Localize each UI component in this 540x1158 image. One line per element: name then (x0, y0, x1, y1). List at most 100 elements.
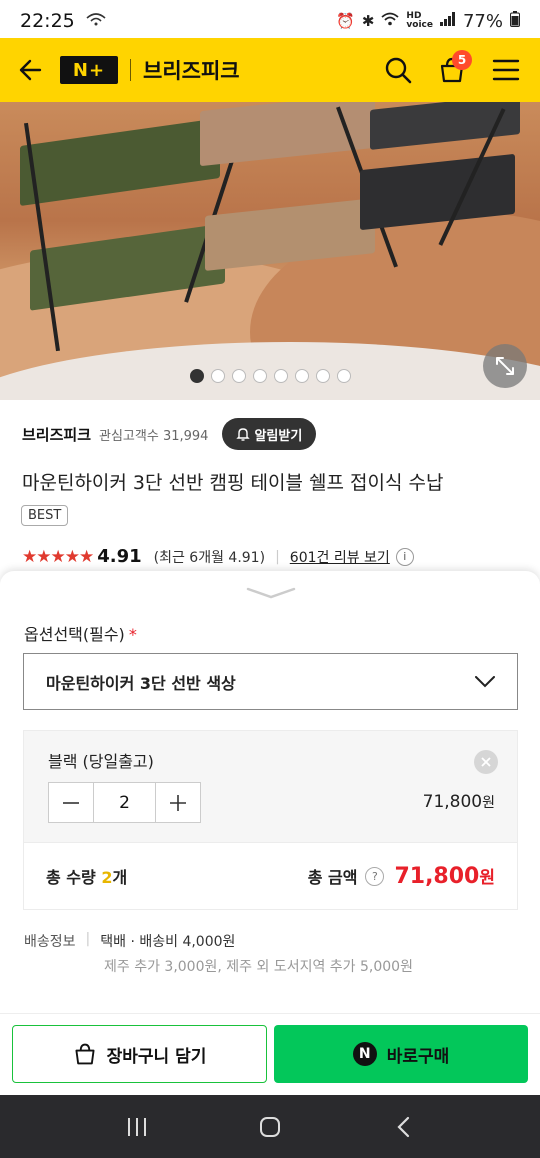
divider: | (275, 548, 280, 565)
cart-count-badge: 5 (452, 50, 472, 70)
expand-image-button[interactable] (483, 344, 527, 388)
plus-icon (169, 794, 186, 811)
follower-count: 관심고객수 31,994 (99, 428, 209, 444)
add-to-cart-button[interactable]: 장바구니 담기 (12, 1025, 267, 1083)
store-title: 브리즈피크 (143, 59, 240, 83)
quantity-value[interactable]: 2 (93, 783, 156, 822)
chevron-down-icon (475, 675, 495, 687)
currency-unit: 원 (479, 868, 495, 888)
battery-level: 77% (462, 10, 503, 32)
shipping-fee: 택배 · 배송비 4,000원 (100, 934, 236, 950)
minus-icon (63, 801, 80, 804)
option-label-text: 옵션선택(필수) (24, 625, 125, 644)
carousel-dot[interactable] (337, 369, 351, 383)
product-title: 마운틴하이커 3단 선반 캠핑 테이블 쉘프 접이식 수납 (22, 472, 444, 494)
status-bar: 22:25 ⏰ ✱ HD voice 77% (0, 0, 540, 42)
option-price-value: 71,800 (422, 792, 483, 812)
rating-score: 4.91 (97, 546, 142, 567)
naver-pay-icon: N (352, 1042, 377, 1066)
divider: | (85, 931, 91, 947)
chevron-down-icon (246, 587, 296, 599)
shipping-label: 배송정보 (24, 934, 76, 950)
best-badge: BEST (21, 505, 69, 526)
shipping-extra-fee: 제주 추가 3,000원, 제주 외 도서지역 추가 5,000원 (104, 959, 413, 975)
search-icon (385, 57, 412, 84)
total-quantity-value: 2 (101, 868, 113, 887)
buy-now-button[interactable]: N 바로구매 (274, 1025, 528, 1083)
status-time: 22:25 (20, 10, 75, 32)
battery-icon (510, 11, 520, 31)
carousel-dot[interactable] (295, 369, 309, 383)
wifi-icon (381, 12, 399, 30)
carousel-dot[interactable] (253, 369, 267, 383)
selected-option-card: 블랙 (당일출고) 2 71,800원 (23, 730, 518, 842)
cart-button[interactable]: 5 (432, 50, 472, 90)
option-bottom-sheet: 옵션선택(필수) * 마운틴하이커 3단 선반 색상 블랙 (당일출고) 2 71… (0, 571, 540, 1013)
close-icon (481, 757, 491, 767)
currency-unit: 원 (482, 795, 495, 811)
decrease-quantity-button[interactable] (49, 783, 93, 822)
info-icon[interactable]: i (395, 547, 414, 566)
bluetooth-icon: ✱ (361, 12, 375, 30)
option-price: 71,800원 (423, 792, 495, 812)
alert-subscribe-button[interactable]: 알림받기 (222, 418, 317, 450)
carousel-dot[interactable] (232, 369, 246, 383)
carousel-dot[interactable] (211, 369, 225, 383)
system-navigation-bar (0, 1095, 540, 1158)
total-price-value: 71,800 (394, 864, 480, 889)
help-icon[interactable]: ? (365, 866, 385, 886)
option-select[interactable]: 마운틴하이커 3단 선반 색상 (23, 653, 518, 710)
total-price: 71,800원 (394, 863, 495, 889)
option-select-value: 마운틴하이커 3단 선반 색상 (46, 673, 236, 693)
back-button[interactable] (0, 38, 60, 102)
logo-divider (130, 59, 131, 81)
total-quantity-label: 총 수량 (46, 868, 96, 887)
required-mark: * (128, 625, 137, 644)
app-header: N+ 브리즈피크 5 (0, 38, 540, 102)
expand-arrows-icon (496, 357, 514, 375)
hamburger-menu-icon (492, 59, 520, 81)
naver-plus-logo: N+ (60, 56, 118, 84)
quantity-stepper: 2 (48, 782, 201, 823)
remove-option-button[interactable] (474, 750, 498, 774)
menu-button[interactable] (486, 50, 526, 90)
total-quantity-unit: 개 (112, 868, 128, 887)
purchase-bar: 장바구니 담기 N 바로구매 (0, 1013, 540, 1095)
signal-icon (439, 12, 456, 30)
alarm-icon: ⏰ (336, 12, 355, 30)
recent-apps-icon (127, 1117, 146, 1136)
product-image-carousel[interactable] (0, 102, 540, 400)
home-button[interactable] (245, 1102, 295, 1152)
arrow-left-icon (19, 59, 42, 81)
total-quantity: 총 수량 2개 (46, 864, 127, 888)
total-summary: 총 수량 2개 총 금액 ? 71,800원 (23, 842, 518, 910)
buy-now-label: 바로구매 (386, 1046, 450, 1067)
carousel-dot[interactable] (316, 369, 330, 383)
system-back-button[interactable] (378, 1102, 428, 1152)
carousel-dot[interactable] (274, 369, 288, 383)
wifi-call-icon (85, 12, 107, 30)
carousel-dots (190, 369, 351, 383)
option-label: 옵션선택(필수) * (24, 621, 137, 645)
green-shelf-top (20, 117, 220, 207)
chevron-left-icon (397, 1116, 410, 1137)
carousel-dot[interactable] (190, 369, 204, 383)
sheet-collapse-handle[interactable] (246, 585, 296, 604)
selected-option-name: 블랙 (당일출고) (48, 752, 154, 771)
shipping-info: 배송정보 | 택배 · 배송비 4,000원 (24, 931, 235, 951)
home-icon (259, 1116, 280, 1137)
review-link[interactable]: 601건 리뷰 보기 (290, 547, 390, 567)
shopping-bag-icon (75, 1043, 95, 1065)
increase-quantity-button[interactable] (156, 783, 200, 822)
total-price-label: 총 금액 (307, 868, 358, 887)
recent-apps-button[interactable] (112, 1102, 162, 1152)
add-to-cart-label: 장바구니 담기 (106, 1046, 207, 1067)
recent-rating: (최근 6개월 4.91) (153, 549, 266, 566)
star-rating: ★★★★★ (22, 546, 94, 567)
hd-voice-icon: HD voice (406, 11, 433, 30)
brand-logo[interactable]: N+ 브리즈피크 (60, 38, 240, 102)
bell-plus-icon (236, 427, 251, 441)
alert-label: 알림받기 (254, 428, 303, 444)
store-name[interactable]: 브리즈피크 (22, 424, 91, 445)
search-button[interactable] (378, 50, 418, 90)
